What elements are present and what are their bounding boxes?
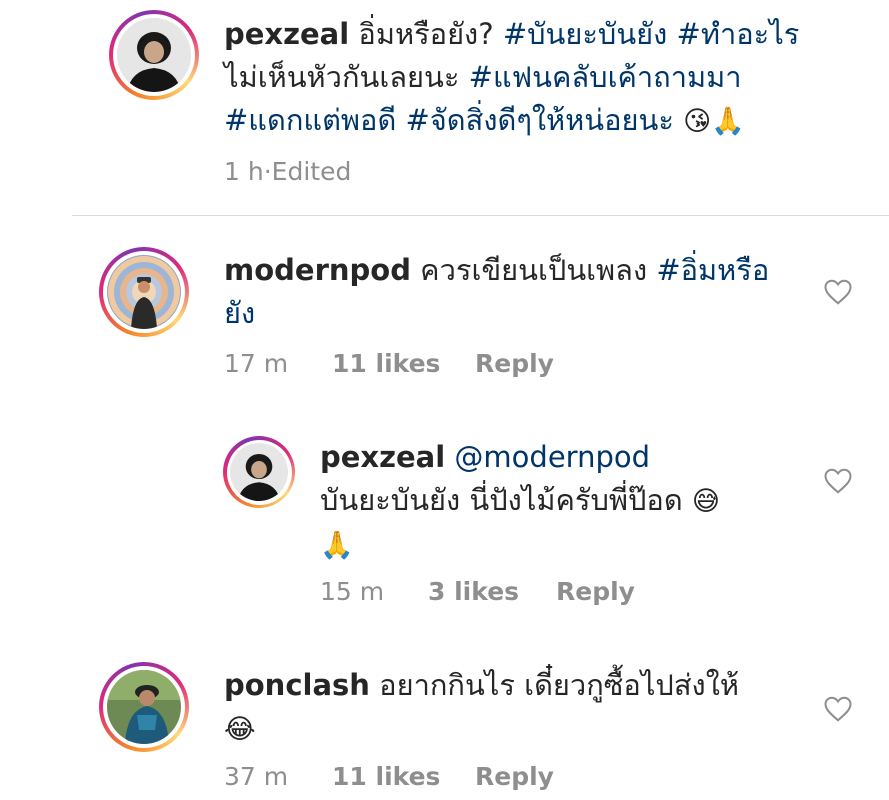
reply-button[interactable]: Reply [556,577,635,606]
caption-text-part: อิ่มหรือยัง? [349,17,503,51]
comment-meta: 17 m 11 likes Reply [224,349,554,378]
caption-text-part: ไม่เห็นหัวกันเลยนะ [224,60,469,94]
kiss-pray-emoji: 😘🙏 [683,106,745,137]
heart-outline-icon[interactable] [823,694,853,724]
tears-of-joy-emoji: 😂 [224,714,256,745]
reply-button[interactable]: Reply [475,349,554,378]
hashtag[interactable]: #แฟนคลับเค้าถามมา [469,60,742,94]
avatar-gap [103,666,185,748]
caption-username[interactable]: pexzeal [224,17,349,51]
caption-text: pexzeal อิ่มหรือยัง? #บันยะบันยัง #ทำอะไ… [224,13,814,143]
comment-time: 37 m [224,762,289,791]
hashtag[interactable]: #อิ่มหรือ [656,253,769,287]
meta-separator: · [263,157,272,186]
comment-body: ควรเขียนเป็นเพลง [410,253,657,287]
avatar-image-pexzeal [230,443,288,501]
comment-body: อยากกินไร เดี๋ยวกูซื้อไปส่งให้ [369,668,739,702]
avatar-gap [103,251,185,333]
hashtag[interactable]: #ทำอะไร [677,17,800,51]
concentric-circles-avatar-icon [107,255,181,329]
heart-outline-icon[interactable] [823,466,853,496]
comment-time: 17 m [224,349,289,378]
comment-avatar-modernpod[interactable] [99,247,189,337]
hashtag-continuation[interactable]: ยัง [224,296,255,330]
hashtag[interactable]: #บันยะบันยัง [503,17,667,51]
likes-count-button[interactable]: 3 likes [428,577,556,606]
caption-time: 1 h [224,157,264,186]
comment-meta: 15 m 3 likes Reply [320,577,635,606]
comment-text-pexzeal: pexzeal @modernpod บันยะบันยัง นี่ปังไม้… [320,436,790,567]
comment-avatar-pexzeal[interactable] [223,436,295,508]
hashtag[interactable]: #แดกแต่พอดี [224,103,396,137]
edited-label: Edited [271,157,352,186]
hashtag[interactable]: #จัดสิ่งดีๆให้หน่อยนะ [406,103,674,137]
comment-username[interactable]: pexzeal [320,440,445,474]
comment-text-modernpod: modernpod ควรเขียนเป็นเพลง #อิ่มหรือ ยัง [224,249,784,335]
divider [72,215,889,216]
avatar-gap [226,439,292,505]
person-silhouette-icon [230,443,288,501]
likes-count-button[interactable]: 11 likes [332,762,475,791]
likes-count-button[interactable]: 11 likes [332,349,475,378]
comment-time: 15 m [320,577,385,606]
caption-meta: 1 h · Edited [224,157,351,186]
avatar-image-pexzeal [117,18,191,92]
comment-avatar-ponclash[interactable] [99,662,189,752]
pray-emoji: 🙏 [320,530,354,561]
comment-text-ponclash: ponclash อยากกินไร เดี๋ยวกูซื้อไปส่งให้ … [224,664,784,751]
reply-button[interactable]: Reply [475,762,554,791]
mention-link[interactable]: @modernpod [454,440,650,474]
avatar-gap [113,14,195,96]
caption-avatar[interactable] [109,10,199,100]
sweat-smile-emoji: 😅 [691,486,721,517]
avatar-image-modernpod [107,255,181,329]
comment-username[interactable]: ponclash [224,668,370,702]
avatar-image-ponclash [107,670,181,744]
comment-body: บันยะบันยัง นี่ปังไม้ครับพี่ป๊อด [320,483,692,517]
comment-username[interactable]: modernpod [224,253,411,287]
cyclist-avatar-icon [107,670,181,744]
person-silhouette-icon [117,18,191,92]
comment-meta: 37 m 11 likes Reply [224,762,554,791]
heart-outline-icon[interactable] [823,277,853,307]
